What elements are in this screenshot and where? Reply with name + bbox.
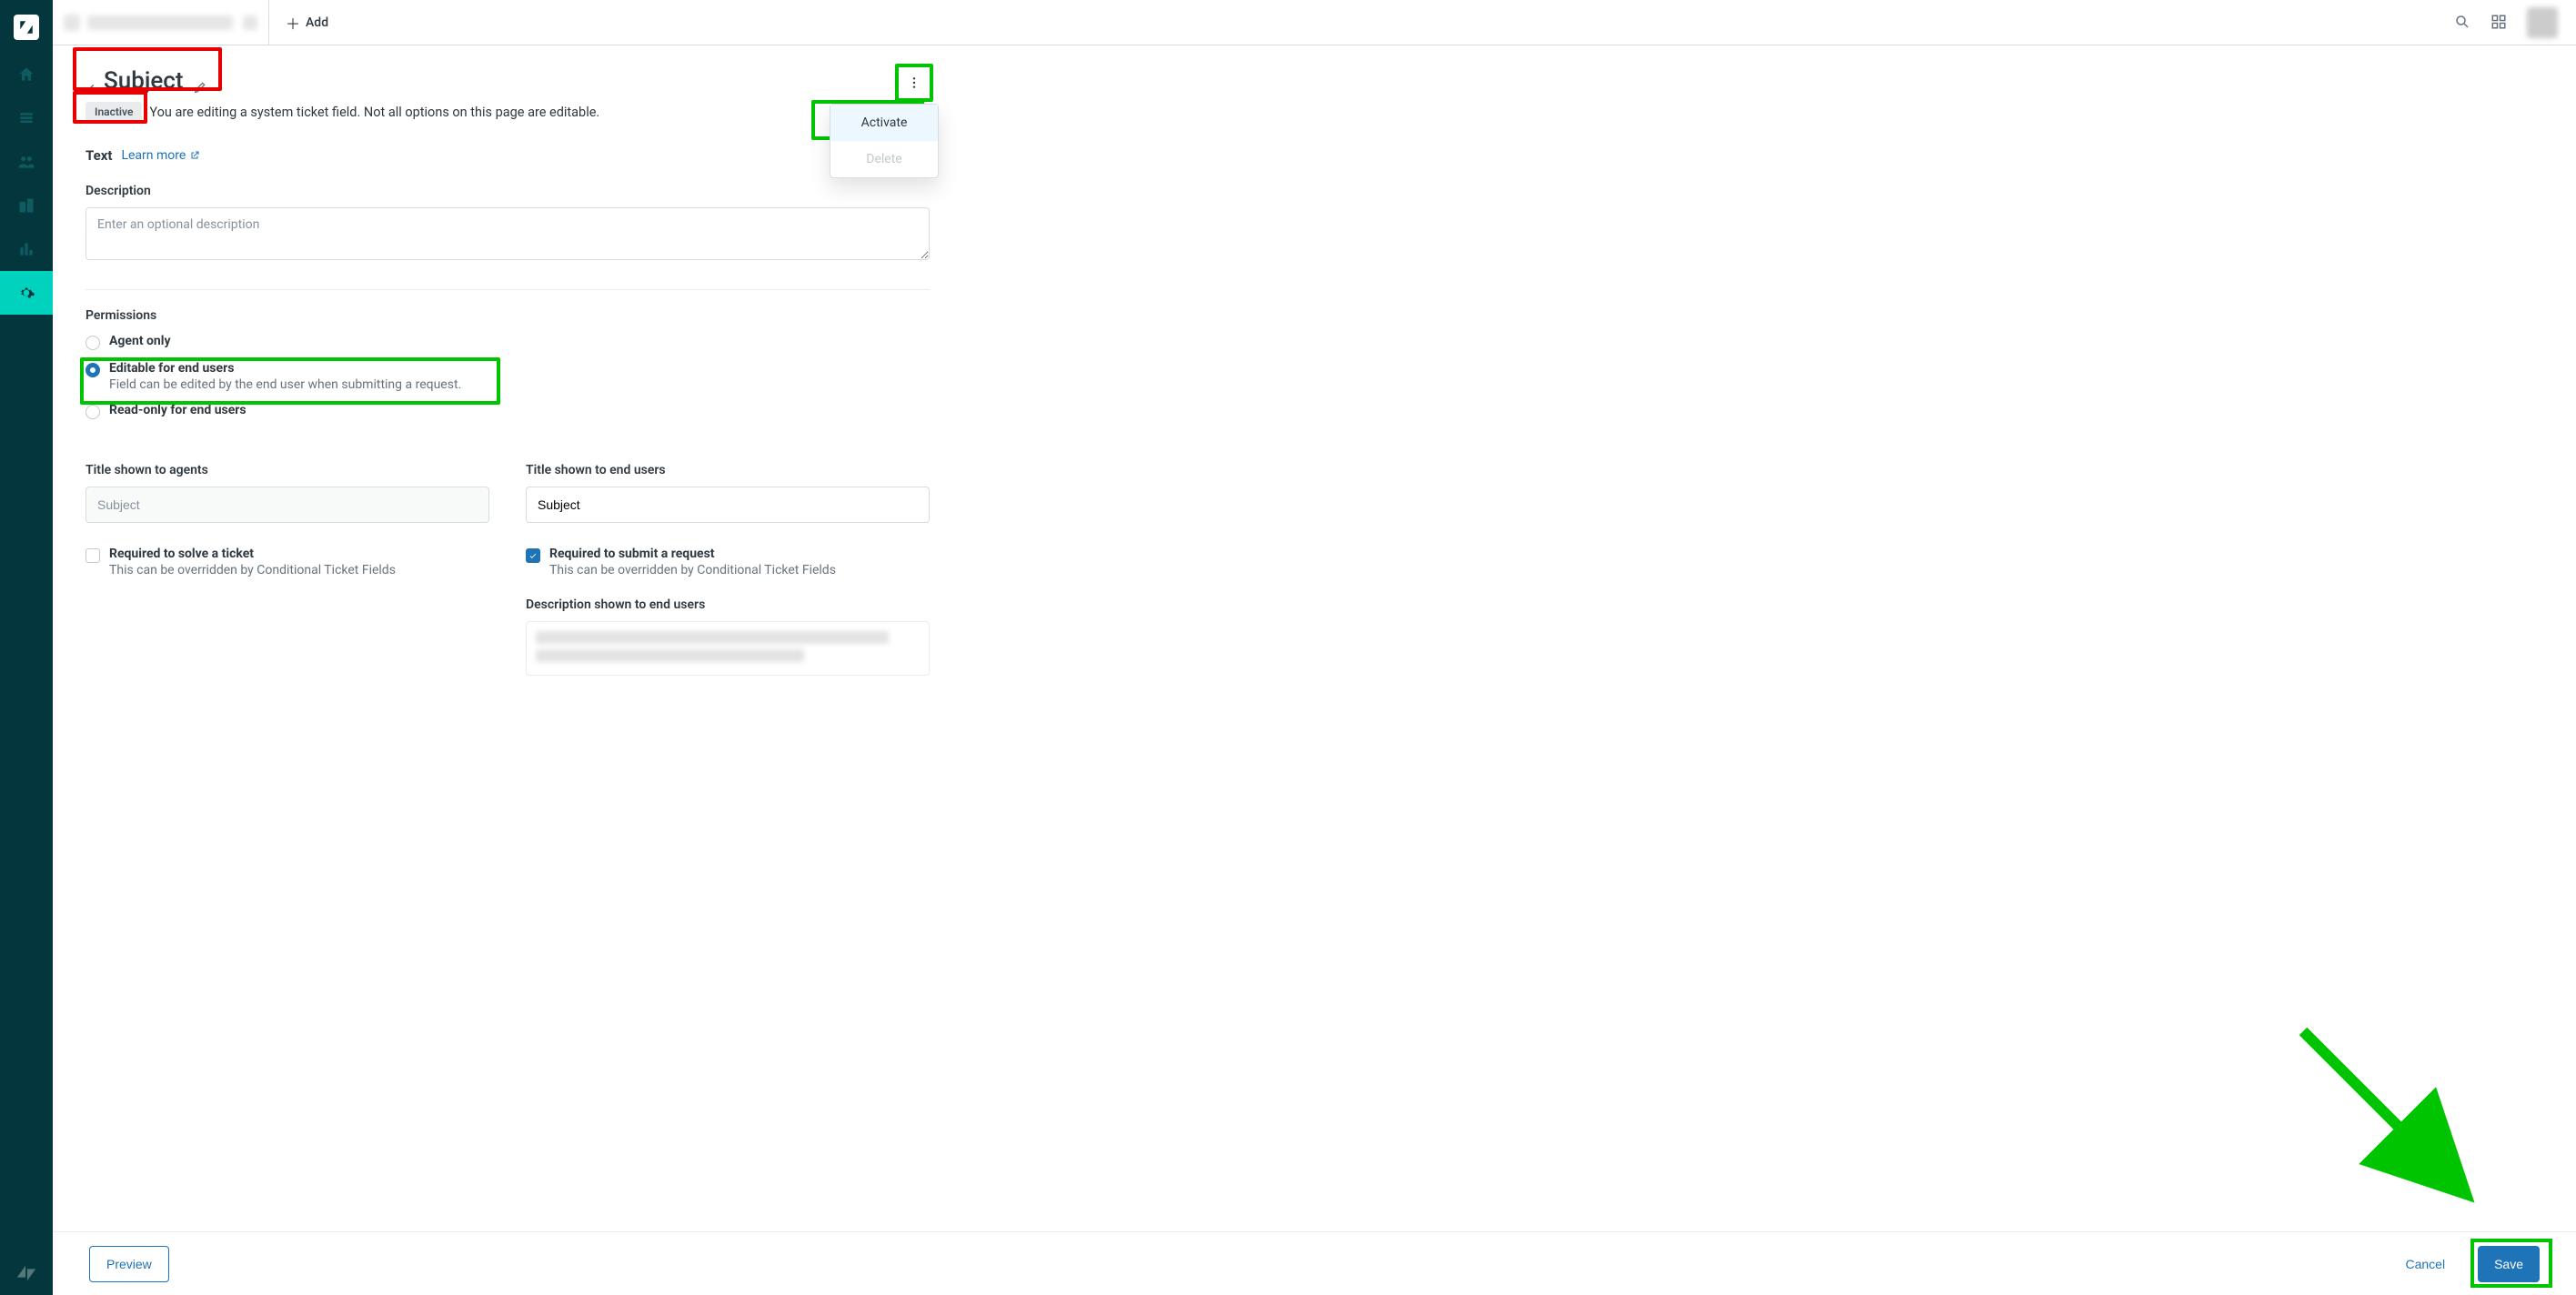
brand-logo [14, 15, 39, 40]
desc-endusers-box[interactable] [526, 621, 930, 676]
title-endusers-label: Title shown to end users [526, 463, 930, 477]
permissions-label: Permissions [86, 308, 930, 323]
required-submit-row[interactable]: Required to submit a request This can be… [526, 547, 930, 577]
external-link-icon [189, 150, 200, 161]
search-icon[interactable] [2454, 14, 2472, 32]
plus-icon: ＋ [286, 12, 300, 34]
cancel-button[interactable]: Cancel [2389, 1246, 2461, 1282]
title-endusers-input[interactable] [526, 487, 930, 523]
menu-item-delete: Delete [830, 141, 938, 177]
actions-dropdown: Activate Delete [830, 104, 939, 178]
nav-customers[interactable] [0, 140, 53, 184]
zendesk-logo-icon [0, 1262, 53, 1284]
left-sidebar [0, 0, 53, 1295]
learn-more-link[interactable]: Learn more [121, 148, 200, 163]
title-agents-input [86, 487, 489, 523]
menu-item-activate[interactable]: Activate [830, 105, 938, 141]
radio-editable-end-users[interactable]: Editable for end users Field can be edit… [86, 361, 930, 392]
required-solve-row[interactable]: Required to solve a ticket This can be o… [86, 547, 489, 577]
description-textarea[interactable] [86, 207, 930, 260]
description-label: Description [86, 184, 930, 198]
nav-admin[interactable] [0, 271, 53, 315]
add-tab-label: Add [306, 15, 328, 30]
nav-home[interactable] [0, 53, 53, 96]
tab-current[interactable] [53, 0, 269, 45]
checkbox-required-submit[interactable] [526, 548, 540, 563]
divider [86, 289, 930, 290]
save-button[interactable]: Save [2478, 1246, 2540, 1282]
nav-reporting[interactable] [0, 227, 53, 271]
add-tab-button[interactable]: ＋ Add [269, 0, 345, 45]
status-description: You are editing a system ticket field. N… [149, 105, 599, 120]
radio-dot-editable[interactable] [86, 363, 100, 377]
page-title: Subject [104, 67, 184, 95]
user-avatar[interactable] [2527, 7, 2558, 38]
topbar: ＋ Add [53, 0, 2576, 45]
radio-agent-only[interactable]: Agent only [86, 334, 930, 350]
edit-icon[interactable] [193, 74, 207, 88]
desc-endusers-label: Description shown to end users [526, 597, 930, 612]
preview-button[interactable]: Preview [89, 1246, 169, 1282]
permissions-radio-group: Agent only Editable for end users Field … [86, 334, 930, 419]
radio-dot-agent-only[interactable] [86, 336, 100, 350]
title-agents-label: Title shown to agents [86, 463, 489, 477]
radio-dot-readonly[interactable] [86, 405, 100, 419]
back-chevron-icon[interactable] [86, 75, 98, 87]
status-badge: Inactive [86, 102, 142, 122]
footer: Preview Cancel Save [53, 1231, 2576, 1295]
apps-icon[interactable] [2490, 14, 2509, 32]
checkbox-required-solve[interactable] [86, 548, 100, 563]
actions-menu-button[interactable] [899, 67, 930, 98]
radio-readonly-end-users[interactable]: Read-only for end users [86, 403, 930, 419]
nav-organizations[interactable] [0, 184, 53, 227]
field-type-label: Text [86, 147, 112, 164]
nav-views[interactable] [0, 96, 53, 140]
